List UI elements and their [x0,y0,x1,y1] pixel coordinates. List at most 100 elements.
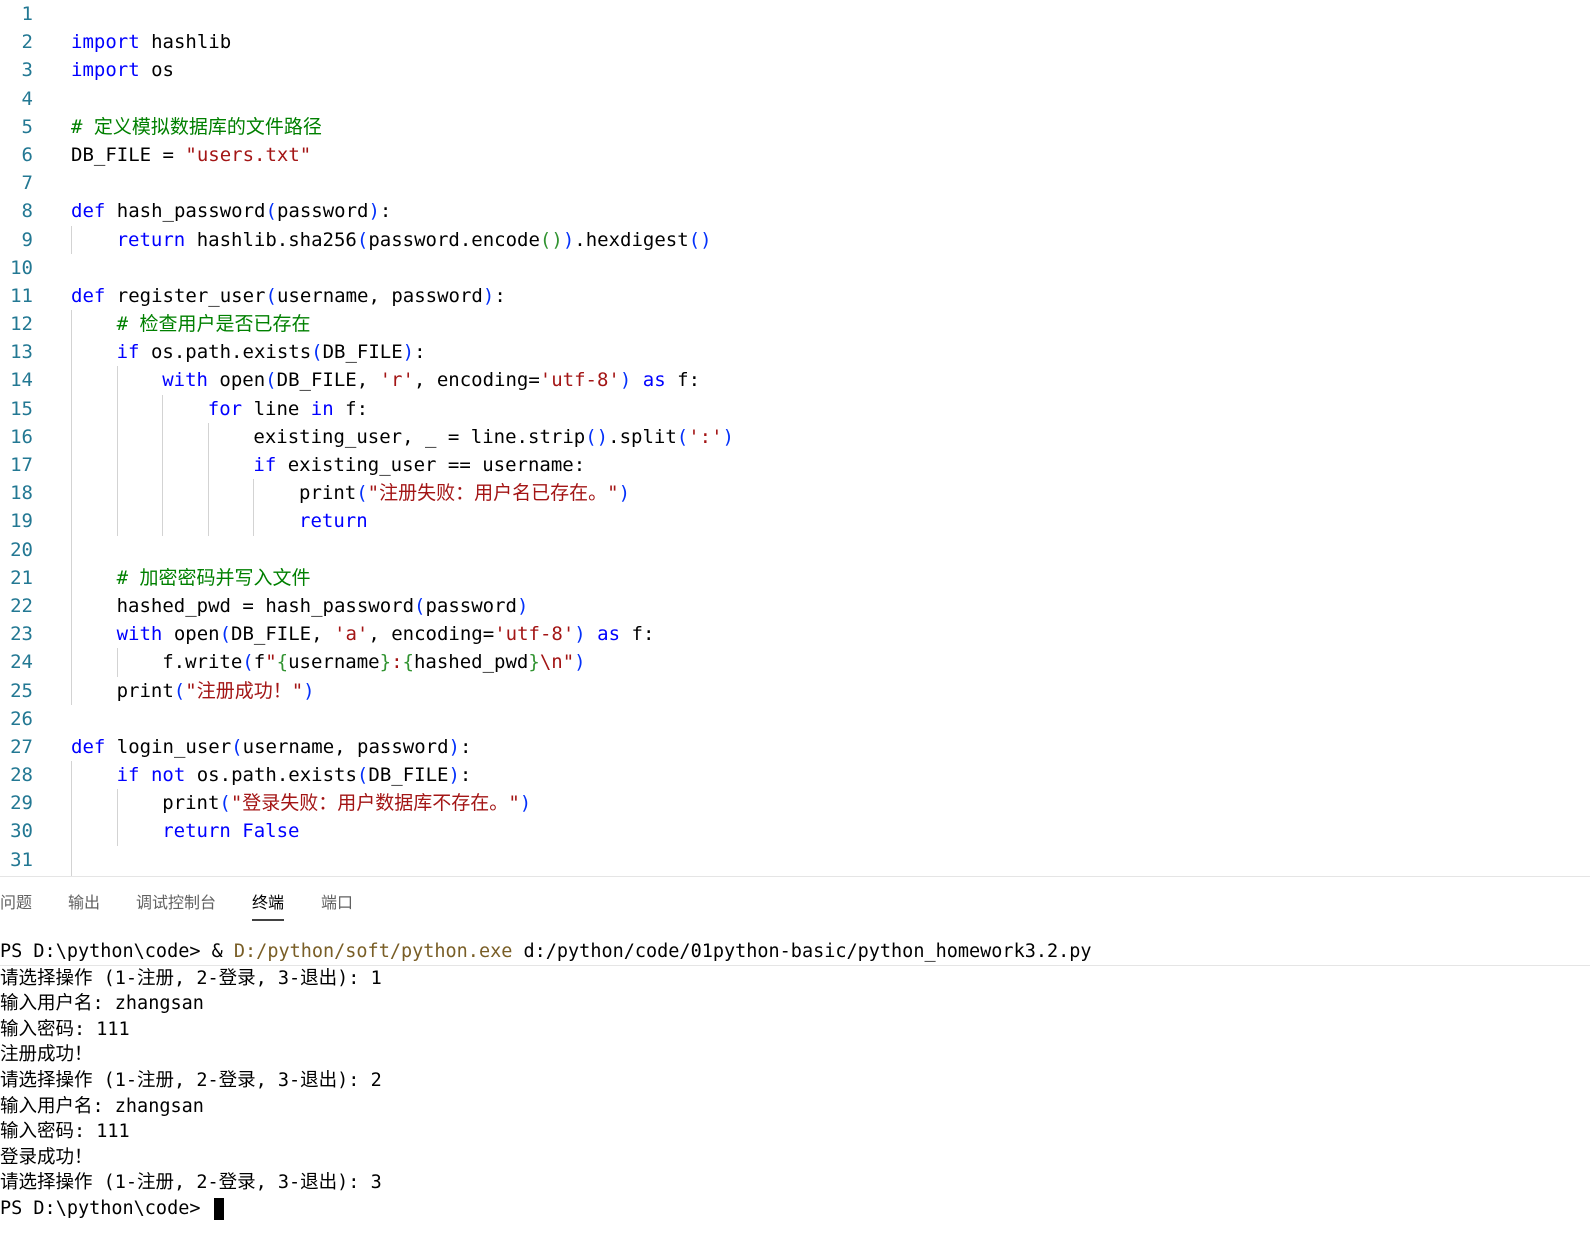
code-line[interactable]: 25 print("注册成功！") [0,676,1590,705]
line-number: 19 [10,510,33,533]
code-text: print("注册失败：用户名已存在。") [299,482,631,505]
code-text: with open(DB_FILE, 'a', encoding='utf-8'… [116,623,655,646]
code-text: return [299,510,368,533]
code-text: DB_FILE = "users.txt" [71,143,312,166]
code-line[interactable]: 5 # 定义模拟数据库的文件路径 [0,113,1590,141]
code-text: if os.path.exists(DB_FILE): [116,341,426,364]
indent-guide [71,225,72,254]
code-editor[interactable]: 1 2 import hashlib 3 import os 4 5 # 定义模拟数据库的文件… [0,0,1590,876]
indent-guide [71,479,72,508]
indent-guide [207,422,209,451]
code-line[interactable]: 11 def register_user(username, password): [0,282,1590,310]
tab-problems[interactable]: 问题 [0,891,32,919]
code-line[interactable]: 13 if os.path.exists(DB_FILE): [0,338,1590,367]
terminal-exe-path: D:/python/soft/python.exe [233,941,513,962]
line-number: 14 [10,369,33,392]
terminal-script-path: d:/python/code/01python-basic/python_hom… [512,941,1092,962]
line-number: 27 [10,735,33,758]
code-line[interactable]: 27 def login_user(username, password): [0,733,1590,761]
code-line[interactable]: 3 import os [0,56,1590,84]
terminal-final-prompt-line[interactable]: PS D:\python\code> [0,1196,1590,1222]
indent-guide [116,366,118,395]
code-line[interactable]: 8 def hash_password(password): [0,197,1590,225]
code-lines[interactable]: 1 2 import hashlib 3 import os 4 5 # 定义模拟数据库的文件… [0,0,1590,876]
tab-terminal[interactable]: 终端 [252,891,285,921]
line-number: 16 [10,425,33,448]
code-line[interactable]: 29 print("登录失败：用户数据库不存在。") [0,789,1590,818]
indent-guide [253,507,255,536]
panel-tabs: 问题 输出 调试控制台 终端 端口 [0,877,1590,927]
code-text: def register_user(username, password): [71,284,506,307]
code-text: # 定义模拟数据库的文件路径 [71,115,322,138]
code-line[interactable]: 28 if not os.path.exists(DB_FILE): [0,761,1590,790]
indent-guide [162,507,164,536]
indent-guide [116,479,118,508]
code-line[interactable]: 21 # 加密密码并写入文件 [0,563,1590,592]
line-number: 13 [10,341,33,364]
terminal-output: 请选择操作 (1-注册, 2-登录, 3-退出): 1 输入用户名: zhangs… [0,966,1590,1196]
code-text: import hashlib [71,31,232,54]
terminal-line: 请选择操作 (1-注册, 2-登录, 3-退出): 1 [0,967,382,989]
terminal-prompt: PS D:\python\code> & [0,941,234,962]
code-line[interactable]: 14 with open(DB_FILE, 'r', encoding='utf-… [0,366,1590,395]
code-line[interactable]: 9 return hashlib.sha256(password.encode()… [0,225,1590,254]
terminal-command-line: PS D:\python\code> & D:/python/soft/pyth… [0,939,1590,966]
indent-guide [71,620,72,649]
code-line[interactable]: 4 [0,85,1590,113]
indent-guide [253,479,255,508]
code-text: hashed_pwd = hash_password(password) [116,594,529,617]
code-line[interactable]: 24 f.write(f"{username}:{hashed_pwd}\n") [0,648,1590,677]
tab-output[interactable]: 输出 [68,891,100,919]
indent-guide [116,648,118,677]
code-line[interactable]: 20 [0,535,1590,564]
code-line[interactable]: 19 return [0,507,1590,536]
code-line[interactable]: 15 for line in f: [0,394,1590,423]
terminal-line: 输入用户名: zhangsan [0,993,204,1015]
terminal[interactable]: PS D:\python\code> & D:/python/soft/pyth… [0,939,1590,1248]
code-line[interactable]: 7 [0,169,1590,197]
indent-guide [71,338,72,367]
bottom-panel: 问题 输出 调试控制台 终端 端口 PS D:\python\code> & D… [0,876,1590,1248]
code-line[interactable]: 1 [0,0,1590,28]
line-number: 11 [10,284,33,307]
line-number: 5 [21,115,33,138]
line-number: 3 [21,59,33,82]
code-line[interactable]: 17 if existing_user == username: [0,451,1590,480]
indent-guide [71,648,72,677]
line-number: 24 [10,651,33,674]
indent-guide [71,761,72,790]
code-line[interactable]: 10 [0,254,1590,282]
line-number: 20 [10,538,33,561]
code-line[interactable]: 26 [0,705,1590,733]
indent-guide [162,394,164,423]
code-line[interactable]: 6 DB_FILE = "users.txt" [0,141,1590,169]
code-line[interactable]: 22 hashed_pwd = hash_password(password) [0,591,1590,621]
code-line[interactable]: 30 return False [0,817,1590,846]
terminal-line: 登录成功！ [0,1146,93,1168]
tab-ports[interactable]: 端口 [321,891,353,919]
tab-debug-console[interactable]: 调试控制台 [136,891,216,919]
indent-guide [71,451,72,480]
indent-guide [71,422,72,451]
code-line[interactable]: 31 [0,845,1590,874]
code-line[interactable]: 2 import hashlib [0,28,1590,56]
code-line[interactable]: 16 existing_user, _ = line.strip().split(… [0,422,1590,451]
line-number: 7 [21,172,33,195]
indent-guide [116,789,118,818]
code-line[interactable]: 18 print("注册失败：用户名已存在。") [0,479,1590,508]
line-number: 10 [10,256,33,279]
code-line[interactable]: 12 # 检查用户是否已存在 [0,310,1590,339]
terminal-line: 请选择操作 (1-注册, 2-登录, 3-退出): 2 [0,1069,382,1091]
code-text: with open(DB_FILE, 'r', encoding='utf-8'… [162,369,701,392]
line-number: 23 [10,623,33,646]
line-number: 21 [10,566,33,589]
line-number: 12 [10,313,33,336]
code-text: def hash_password(password): [71,200,392,223]
line-number: 4 [21,87,33,110]
code-text: print("注册成功！") [116,679,315,702]
terminal-line: 注册成功！ [0,1044,93,1066]
indent-guide [71,676,72,705]
code-line[interactable]: 23 with open(DB_FILE, 'a', encoding='utf-… [0,620,1590,649]
line-number: 1 [21,3,33,25]
indent-guide [71,507,72,536]
